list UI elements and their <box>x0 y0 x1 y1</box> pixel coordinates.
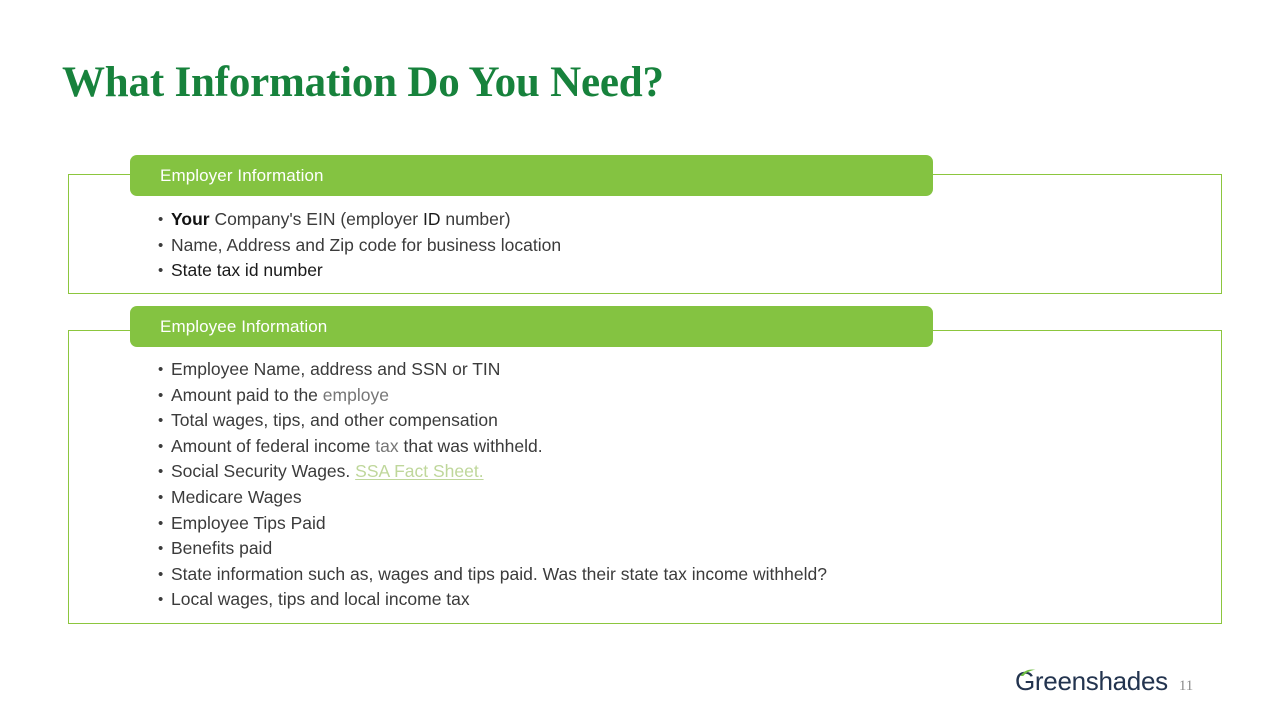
employee-information-header: Employee Information <box>130 306 933 347</box>
employee-information-header-label: Employee Information <box>160 316 328 336</box>
bullet-text-run: State tax id number <box>171 260 323 281</box>
page-title: What Information Do You Need? <box>62 59 664 106</box>
bullet-text-run: ID <box>423 209 441 229</box>
bullet-item: Your Company's EIN (employer ID number) <box>158 207 561 233</box>
bullet-text-run: employe <box>322 384 389 405</box>
bullet-text-run: Your <box>171 209 210 229</box>
employer-information-bullet-list: Your Company's EIN (employer ID number)N… <box>158 207 561 284</box>
bullet-text-run: Amount paid to the <box>171 384 323 405</box>
employee-information-bullet-list: Employee Name, address and SSN or TIN Amo… <box>158 357 827 613</box>
bullet-item: Benefits paid <box>158 536 827 562</box>
bullet-item: State information such as, wages and tip… <box>158 562 827 588</box>
bullet-text-run: Benefits paid <box>171 538 273 559</box>
bullet-item: Employee Tips Paid <box>158 511 827 537</box>
bullet-item: Medicare Wages <box>158 485 827 511</box>
bullet-item: Employee Name, address and SSN or TIN <box>158 357 827 383</box>
bullet-text-run: that was withheld. <box>398 435 543 456</box>
bullet-text-run: number) <box>440 209 511 229</box>
slide-canvas: What Information Do You Need? Employer I… <box>0 0 1280 720</box>
greenshades-logo: Greenshades <box>1015 666 1168 696</box>
bullet-text-run: Medicare Wages <box>171 486 302 507</box>
employer-information-header-label: Employer Information <box>160 165 324 185</box>
bullet-item: Amount paid to the employe <box>158 383 827 409</box>
bullet-text-run: tax <box>375 435 399 456</box>
greenshades-logo-text: Greenshades <box>1015 666 1168 696</box>
bullet-text-run: Company's EIN (employer <box>209 209 423 229</box>
bullet-text-run: Social Security Wages. <box>171 461 356 482</box>
page-number: 11 <box>1178 678 1194 694</box>
bullet-item: Social Security Wages. SSA Fact Sheet. <box>158 459 827 485</box>
bullet-text-run: Employee Name, address and SSN or TIN <box>171 359 501 379</box>
bullet-text-run: Amount of federal income <box>171 435 376 456</box>
bullet-item: Local wages, tips and local income tax <box>158 587 827 613</box>
ssa-fact-sheet-link[interactable]: SSA Fact Sheet. <box>355 461 483 481</box>
bullet-text-run: Employee Tips Paid <box>171 512 326 533</box>
bullet-item: Total wages, tips, and other compensatio… <box>158 408 827 434</box>
bullet-text-run: Total wages, tips, and other compensatio… <box>171 410 498 431</box>
employer-information-header: Employer Information <box>130 155 933 196</box>
bullet-text-run: Name, Address and Zip code for business … <box>171 234 562 255</box>
bullet-text-run: Local wages, tips and local income tax <box>171 589 470 610</box>
bullet-text-run: State information such as, wages and tip… <box>171 563 827 584</box>
bullet-item: State tax id number <box>158 258 561 284</box>
bullet-item: Amount of federal income tax that was wi… <box>158 434 827 460</box>
footer: Greenshades 11 <box>1015 666 1193 696</box>
bullet-item: Name, Address and Zip code for business … <box>158 233 561 259</box>
